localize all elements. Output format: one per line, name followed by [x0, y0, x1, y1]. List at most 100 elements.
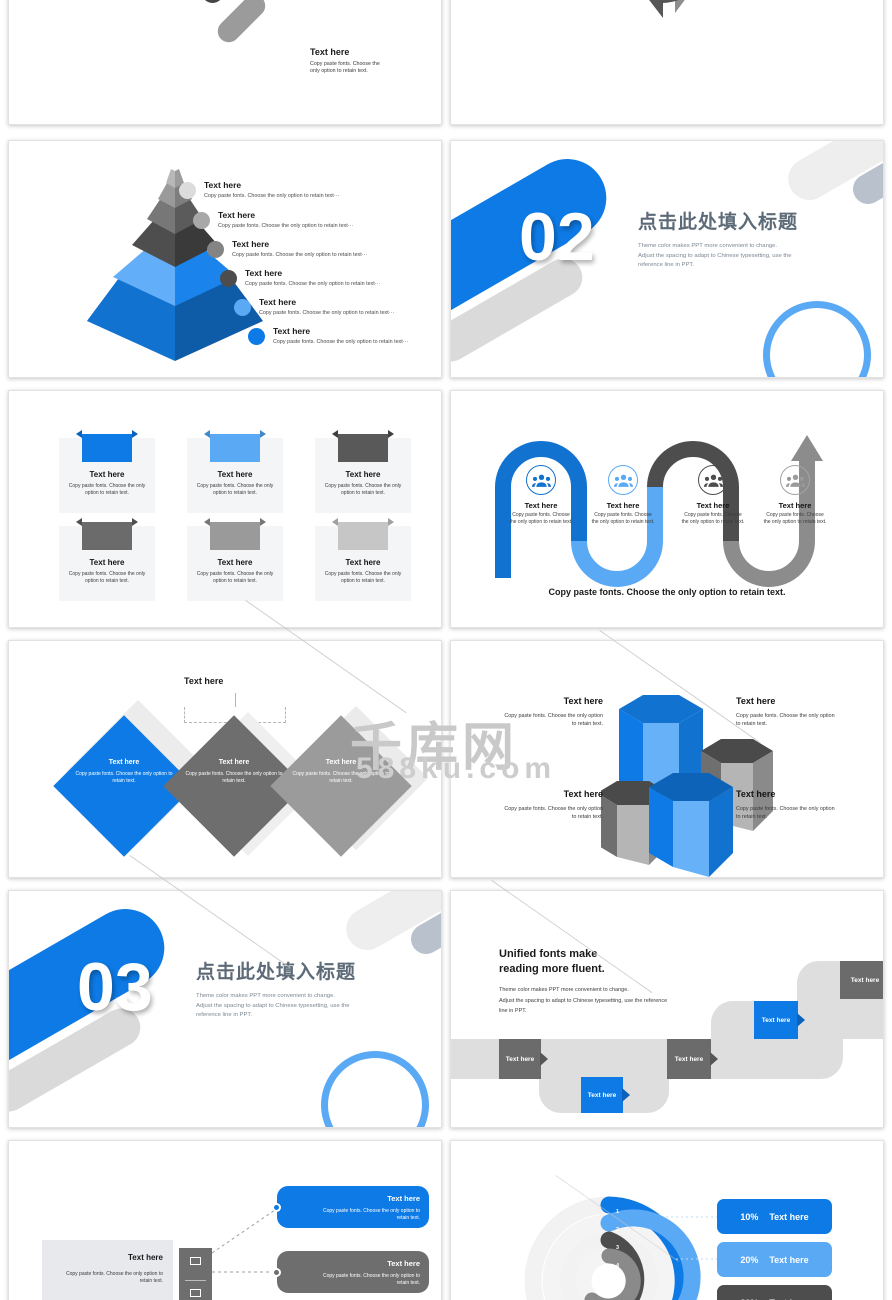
body-a: Copy paste fonts. Choose the only option — [504, 713, 603, 719]
hub-square-icon — [190, 1257, 201, 1265]
slide-bubbles[interactable]: Text here Copy paste fonts. Choose the o… — [8, 1140, 442, 1300]
legend-title: Text here — [232, 239, 270, 249]
pyramid-legend-row[interactable]: Text here Copy paste fonts. Choose the o… — [220, 268, 380, 287]
section-title: 点击此处填入标题 — [638, 212, 799, 233]
card-ribbon-icon — [332, 518, 394, 550]
bubble-title: Text here — [387, 1259, 420, 1268]
body-a: Copy paste fonts. Choose the only option — [736, 713, 835, 719]
bubble-body-a: Copy paste fonts. Choose the only option… — [322, 1208, 420, 1214]
ribbon-fold-right-icon — [388, 518, 394, 526]
body-b: to retain text. — [571, 813, 603, 820]
stair-chip[interactable]: Text here — [667, 1039, 718, 1079]
body-b: to retain text. — [736, 813, 768, 820]
slide-diamonds[interactable]: Text here Text here Copy paste fonts. Ch… — [8, 640, 442, 878]
pyramid-legend-row[interactable]: Text here Copy paste fonts. Choose the o… — [248, 326, 408, 345]
chevron-item-right-lower: Text here Copy paste fonts. Choose the o… — [310, 47, 441, 75]
card-body-a: Copy paste fonts. Choose the only — [196, 571, 274, 577]
chip-label: Text here — [587, 1091, 617, 1099]
slide-prisms[interactable]: Text here Copy paste fonts. Choose the o… — [450, 640, 884, 878]
body-b: to retain text. — [571, 720, 603, 727]
prism-body-bl: Copy paste fonts. Choose the only option… — [473, 806, 603, 822]
card-ribbon-icon — [204, 430, 266, 462]
legend-dot — [193, 212, 210, 229]
legend-title: Text here — [204, 180, 242, 190]
bubble-item-1[interactable]: Text here Copy paste fonts. Choose the o… — [277, 1186, 429, 1228]
ribbon-fold-right-icon — [132, 518, 138, 526]
node-body-b: the only option to retain text. — [763, 519, 827, 525]
diamond-item-3[interactable] — [270, 715, 412, 857]
pyramid-legend-row[interactable]: Text here Copy paste fonts. Choose the o… — [179, 180, 339, 199]
pyramid-legend-row[interactable]: Text here Copy paste fonts. Choose the o… — [193, 210, 353, 229]
hub-panel[interactable] — [179, 1248, 212, 1300]
stair-chip[interactable]: Text here — [840, 961, 883, 999]
node-body-b: the only option to retain text. — [591, 519, 655, 525]
left-title: Text here — [128, 1253, 163, 1262]
prism-title-br: Text here — [736, 789, 776, 799]
slide-section-02[interactable]: 02 点击此处填入标题 Theme color makes PPT more c… — [450, 140, 884, 378]
legend-body: Copy paste fonts. Choose the only option… — [218, 223, 354, 229]
slide-snake[interactable]: Text here Copy paste fonts. Choose the o… — [450, 390, 884, 628]
legend-dot — [179, 182, 196, 199]
info-card[interactable]: Text here Copy paste fonts. Choose the on… — [187, 430, 283, 513]
card-title: Text here — [217, 558, 253, 567]
slide-cards[interactable]: Text here Copy paste fonts. Choose the on… — [8, 390, 442, 628]
people-icon — [698, 465, 728, 495]
donut-row-2[interactable]: 20% Text here — [717, 1242, 832, 1277]
card-title: Text here — [345, 470, 381, 479]
chip-label: Text here — [850, 976, 880, 984]
section-body-line: reference line in PPT. — [638, 262, 694, 269]
legend-body: Copy paste fonts. Choose the only option… — [273, 339, 409, 345]
info-card[interactable]: Text here Copy paste fonts. Choose the on… — [315, 430, 411, 513]
pyramid-legend-row[interactable]: Text here Copy paste fonts. Choose the o… — [234, 297, 394, 316]
slide-circular[interactable]: Copy paste fonts. Choose the only option… — [450, 0, 884, 125]
bracket-stem — [235, 693, 236, 707]
card-body-b: option to retain text. — [341, 578, 385, 585]
snake-node[interactable]: Text here Copy paste fonts. Choose the o… — [579, 465, 667, 526]
people-icon — [780, 465, 810, 495]
slide-stairs[interactable]: Text here Text here Text here Text here … — [450, 890, 884, 1128]
label-body-a: Copy paste fonts. Choose the only option… — [185, 771, 283, 777]
snake-node[interactable]: Text here Copy paste fonts. Choose the o… — [497, 465, 585, 526]
card-body-b: option to retain text. — [213, 578, 257, 585]
card-body-a: Copy paste fonts. Choose the only — [324, 483, 402, 489]
legend-dot — [207, 241, 224, 258]
slide-section-03[interactable]: 03 点击此处填入标题 Theme color makes PPT more c… — [8, 890, 442, 1128]
info-card[interactable]: Text here Copy paste fonts. Choose the on… — [59, 430, 155, 513]
node-body-b: the only option to retain text. — [681, 519, 745, 525]
pyramid-legend-row[interactable]: Text here Copy paste fonts. Choose the o… — [207, 239, 367, 258]
node-body-a: Copy paste fonts. Choose — [684, 512, 742, 518]
chip-arrow-icon — [540, 1052, 548, 1066]
donut-row-1[interactable]: 10% Text here — [717, 1199, 832, 1234]
slide-donut[interactable]: 1 2 3 4 10% Text here 20% Text here 30% … — [450, 1140, 884, 1300]
prism-body-tl: Copy paste fonts. Choose the only option… — [473, 713, 603, 729]
stair-chip[interactable]: Text here — [581, 1077, 630, 1113]
label-body-b: retain text. — [112, 778, 136, 784]
bubble-item-2[interactable]: Text here Copy paste fonts. Choose the o… — [277, 1251, 429, 1293]
snake-node[interactable]: Text here Copy paste fonts. Choose the o… — [669, 465, 757, 526]
slide-chevrons[interactable]: Text here Copy paste fonts. Choose the o… — [8, 0, 442, 125]
chip-label: Text here — [674, 1055, 704, 1063]
info-card[interactable]: Text here Copy paste fonts. Choose the on… — [59, 518, 155, 601]
row-value: 10% — [740, 1211, 759, 1222]
chip-arrow-icon — [797, 1013, 805, 1027]
left-panel[interactable]: Text here Copy paste fonts. Choose the o… — [42, 1240, 173, 1300]
label-title: Text here — [218, 759, 250, 766]
info-card[interactable]: Text here Copy paste fonts. Choose the on… — [315, 518, 411, 601]
card-body: Copy paste fonts. Choose the only option … — [193, 483, 277, 498]
bubble-body-b: retain text. — [396, 1280, 420, 1287]
stairs-title-line1: Unified fonts make — [499, 948, 598, 960]
slide-pyramid[interactable]: Text here Copy paste fonts. Choose the o… — [8, 140, 442, 378]
donut-row-3[interactable]: 30% Text here — [717, 1285, 832, 1300]
stair-chip[interactable]: Text here — [754, 1001, 805, 1039]
section-body-line: reference line in PPT. — [196, 1012, 252, 1019]
info-card[interactable]: Text here Copy paste fonts. Choose the on… — [187, 518, 283, 601]
card-body-a: Copy paste fonts. Choose the only — [68, 483, 146, 489]
snake-node[interactable]: Text here Copy paste fonts. Choose the o… — [751, 465, 839, 526]
label-title: Text here — [325, 759, 357, 766]
stair-chip[interactable]: Text here — [499, 1039, 548, 1079]
item-body-b: only option to retain text. — [310, 67, 368, 74]
bubble-knob — [272, 1203, 281, 1212]
card-body-b: option to retain text. — [213, 490, 257, 497]
diamond-label-3: Text here Copy paste fonts. Choose the o… — [281, 759, 401, 785]
chip-label: Text here — [761, 1016, 791, 1024]
